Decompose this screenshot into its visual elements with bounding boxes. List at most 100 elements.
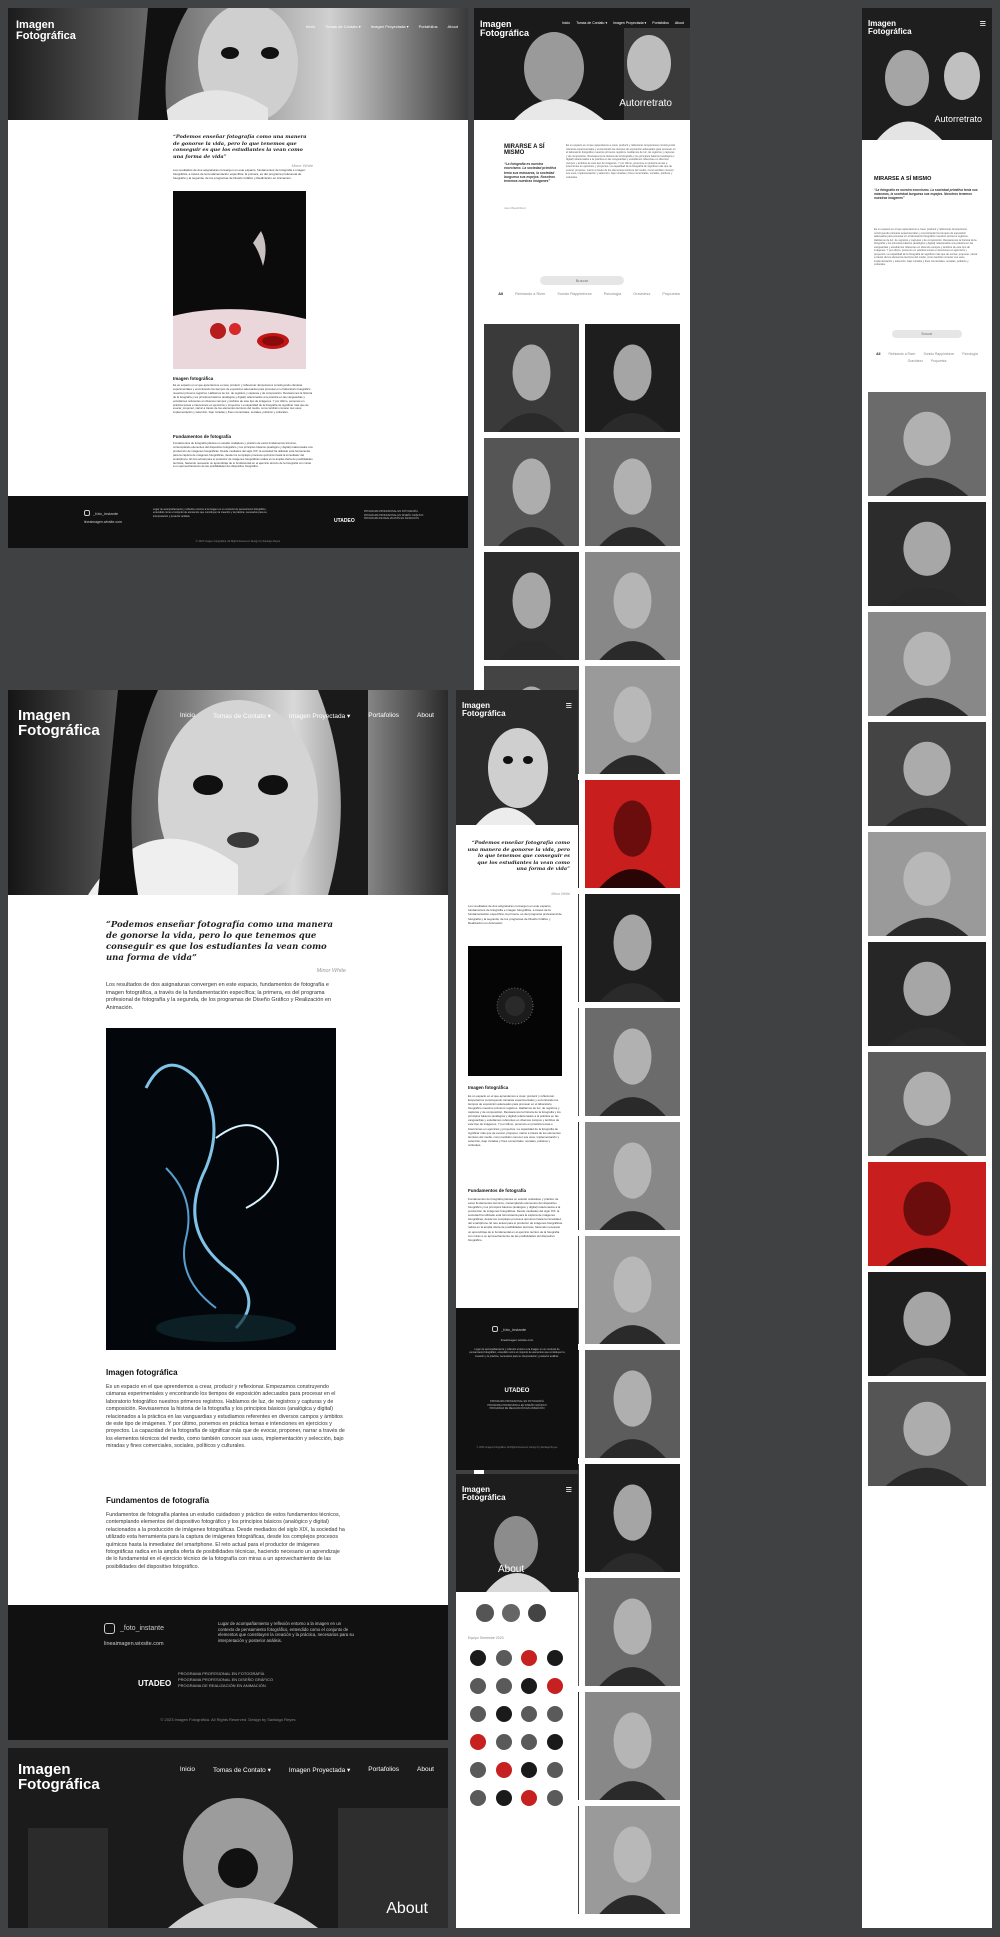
gallery-photo[interactable] <box>585 1692 680 1800</box>
team-avatar[interactable] <box>495 1762 512 1778</box>
team-avatar[interactable] <box>521 1650 537 1666</box>
team-avatar[interactable] <box>470 1650 486 1666</box>
filter-4[interactable]: Gravidezz <box>633 292 650 296</box>
gallery-photo[interactable] <box>585 324 680 432</box>
team-avatar[interactable] <box>495 1678 512 1694</box>
team-avatar[interactable] <box>521 1762 537 1778</box>
avatar[interactable] <box>528 1604 546 1622</box>
gallery-photo[interactable] <box>868 1382 986 1486</box>
brand-logo[interactable]: Imagen Fotográfica <box>16 20 76 42</box>
instagram-link[interactable]: _foto_instante <box>492 1326 526 1332</box>
gallery-photo[interactable] <box>868 722 986 826</box>
gallery-photo[interactable] <box>585 780 680 888</box>
gallery-photo[interactable] <box>585 894 680 1002</box>
gallery-photo[interactable] <box>484 552 579 660</box>
gallery-photo[interactable] <box>868 1162 986 1266</box>
filter-2[interactable]: Sonido Rappimforce <box>923 352 954 356</box>
team-avatar[interactable] <box>521 1706 537 1722</box>
team-avatar[interactable] <box>470 1678 486 1694</box>
brand-logo[interactable]: Imagen Fotográfica <box>18 1762 100 1792</box>
brand-logo[interactable]: Imagen Fotográfica <box>462 1486 506 1502</box>
filter-2[interactable]: Sonido Rappimforce <box>557 292 591 296</box>
instagram-link[interactable]: _foto_instante <box>104 1623 164 1634</box>
nav-tomas[interactable]: Tomas de Contato ▾ <box>325 24 361 29</box>
filter-1[interactable]: Reiniando a Rizer <box>889 352 916 356</box>
filter-all[interactable]: All <box>876 352 880 356</box>
gallery-photo[interactable] <box>585 1350 680 1458</box>
brand-logo[interactable]: Imagen Fotográfica <box>868 20 912 36</box>
gallery-photo[interactable] <box>868 1052 986 1156</box>
nav-inicio[interactable]: Inicio <box>180 1766 195 1774</box>
filter-5[interactable]: Propuesta <box>662 292 679 296</box>
nav-about[interactable]: About <box>448 24 458 29</box>
team-avatar[interactable] <box>470 1734 486 1750</box>
nav-tomas[interactable]: Tomas de Contato ▾ <box>213 712 271 720</box>
nav-tomas[interactable]: Tomas de Contato ▾ <box>576 21 607 25</box>
site-link[interactable]: lineaimagen.wixsite.com <box>84 520 122 524</box>
filter-4[interactable]: Gravidezz <box>908 359 923 363</box>
nav-inicio[interactable]: Inicio <box>562 21 570 25</box>
nav-imagen[interactable]: Imagen Proyectada ▾ <box>289 712 350 720</box>
nav-about[interactable]: About <box>417 712 434 720</box>
gallery-photo[interactable] <box>868 612 986 716</box>
team-avatar[interactable] <box>521 1678 537 1694</box>
filter-3[interactable]: Psicología <box>604 292 622 296</box>
team-avatar[interactable] <box>495 1650 512 1666</box>
nav-portafolios[interactable]: Portafolios <box>368 712 399 720</box>
filter-all[interactable]: All <box>498 292 503 296</box>
gallery-photo[interactable] <box>868 502 986 606</box>
team-avatar[interactable] <box>546 1706 563 1722</box>
nav-portafolios[interactable]: Portafolios <box>419 24 438 29</box>
gallery-photo[interactable] <box>868 1272 986 1376</box>
team-avatar[interactable] <box>495 1790 512 1806</box>
instagram-link[interactable]: _foto_instante <box>84 510 118 516</box>
hamburger-icon[interactable]: ≡ <box>566 700 572 712</box>
filter-5[interactable]: Propuesta <box>931 359 946 363</box>
gallery-photo[interactable] <box>585 1806 680 1914</box>
team-avatar[interactable] <box>470 1762 486 1778</box>
gallery-photo[interactable] <box>585 1464 680 1572</box>
search-button[interactable]: Buscar <box>892 330 962 338</box>
team-avatar[interactable] <box>546 1650 563 1666</box>
gallery-photo[interactable] <box>585 1578 680 1686</box>
nav-imagen[interactable]: Imagen Proyectada ▾ <box>613 21 646 25</box>
brand-logo[interactable]: Imagen Fotográfica <box>18 708 100 738</box>
nav-inicio[interactable]: Inicio <box>180 712 195 720</box>
team-avatar[interactable] <box>470 1790 486 1806</box>
search-button[interactable]: Buscar <box>540 276 624 285</box>
team-avatar[interactable] <box>495 1734 512 1750</box>
nav-imagen[interactable]: Imagen Proyectada ▾ <box>371 24 409 29</box>
gallery-photo[interactable] <box>585 1236 680 1344</box>
team-avatar[interactable] <box>495 1706 512 1722</box>
nav-tomas[interactable]: Tomas de Contato ▾ <box>213 1766 271 1774</box>
team-avatar[interactable] <box>546 1734 563 1750</box>
gallery-photo[interactable] <box>585 1122 680 1230</box>
team-avatar[interactable] <box>521 1734 537 1750</box>
gallery-photo[interactable] <box>868 942 986 1046</box>
hamburger-icon[interactable]: ≡ <box>566 1484 572 1496</box>
gallery-photo[interactable] <box>585 1008 680 1116</box>
team-avatar[interactable] <box>546 1762 563 1778</box>
gallery-photo[interactable] <box>585 552 680 660</box>
nav-about[interactable]: About <box>675 21 684 25</box>
filter-1[interactable]: Reiniando a Rizer <box>515 292 545 296</box>
gallery-photo[interactable] <box>484 324 579 432</box>
nav-portafolios[interactable]: Portafolios <box>368 1766 399 1774</box>
filter-3[interactable]: Psicología <box>962 352 978 356</box>
gallery-photo[interactable] <box>868 392 986 496</box>
gallery-photo[interactable] <box>868 832 986 936</box>
site-link[interactable]: lineaimagen.wixsite.com <box>456 1338 578 1342</box>
avatar[interactable] <box>502 1604 520 1622</box>
nav-imagen[interactable]: Imagen Proyectada ▾ <box>289 1766 350 1774</box>
gallery-photo[interactable] <box>585 666 680 774</box>
brand-logo[interactable]: Imagen Fotográfica <box>480 20 529 38</box>
avatar[interactable] <box>476 1604 494 1622</box>
nav-about[interactable]: About <box>417 1766 434 1774</box>
site-link[interactable]: lineaimagen.wixsite.com <box>104 1641 164 1647</box>
brand-logo[interactable]: Imagen Fotográfica <box>462 702 506 718</box>
nav-portafolios[interactable]: Portafolios <box>652 21 669 25</box>
team-avatar[interactable] <box>546 1790 563 1806</box>
team-avatar[interactable] <box>546 1678 563 1694</box>
gallery-photo[interactable] <box>484 438 579 546</box>
nav-inicio[interactable]: Inicio <box>306 24 315 29</box>
